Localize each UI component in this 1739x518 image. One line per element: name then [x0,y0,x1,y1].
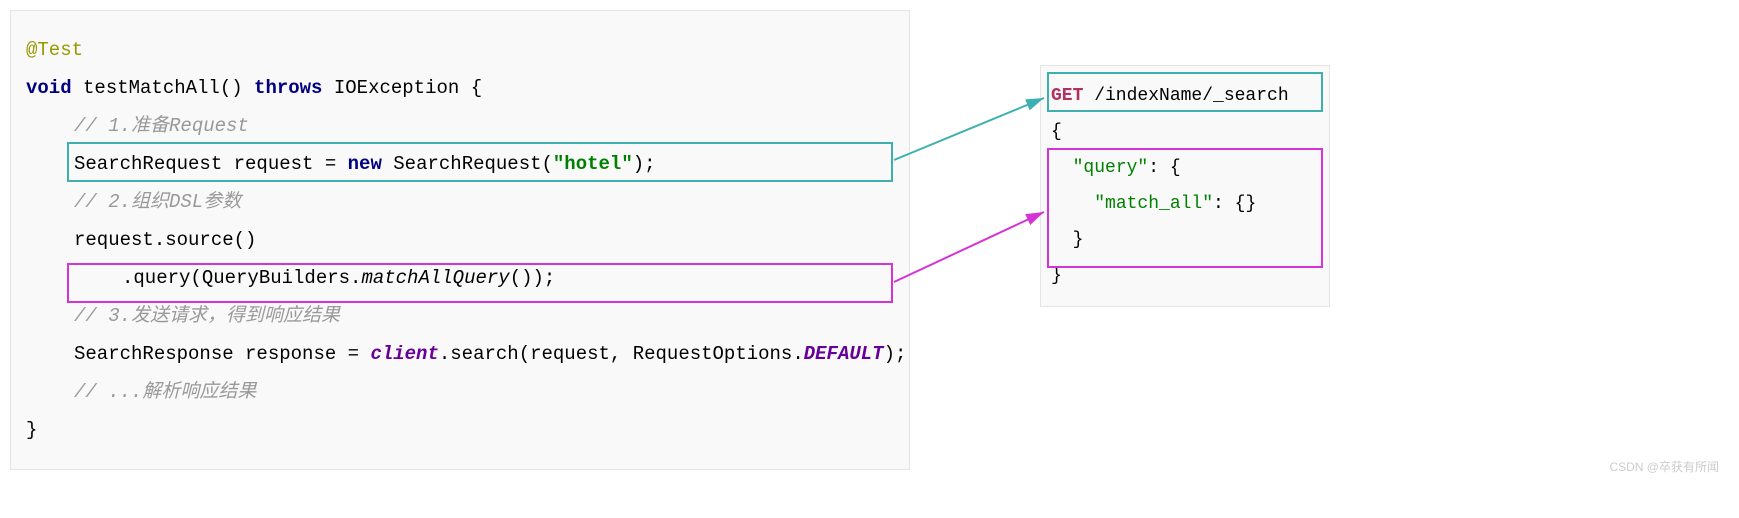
dsl-inner-close: } [1051,222,1319,258]
dsl-panel: GET /indexName/_search { "query": { "mat… [1040,65,1330,307]
code-line-query: .query(QueryBuilders.matchAllQuery()); [26,259,894,297]
code-line-response: SearchResponse response = client.search(… [26,335,894,373]
watermark: CSDN @卒获有所闻 [1609,458,1719,475]
code-line-source: request.source() [26,221,894,259]
dsl-http-line: GET /indexName/_search [1051,78,1319,114]
dsl-brace-open: { [1051,114,1319,150]
dsl-brace-close: } [1051,258,1319,294]
code-comment-1: // 1.准备Request [26,107,894,145]
code-line-signature: void testMatchAll() throws IOException { [26,69,894,107]
dsl-matchall-line: "match_all": {} [1051,186,1319,222]
code-comment-2: // 2.组织DSL参数 [26,183,894,221]
code-line-request: SearchRequest request = new SearchReques… [26,145,894,183]
java-code-panel: @Test void testMatchAll() throws IOExcep… [10,10,910,470]
code-comment-4: // ...解析响应结果 [26,373,894,411]
dsl-query-line: "query": { [1051,150,1319,186]
diagram-container: @Test void testMatchAll() throws IOExcep… [10,10,1729,470]
code-line-close: } [26,411,894,449]
code-comment-3: // 3.发送请求，得到响应结果 [26,297,894,335]
code-line-annotation: @Test [26,31,894,69]
